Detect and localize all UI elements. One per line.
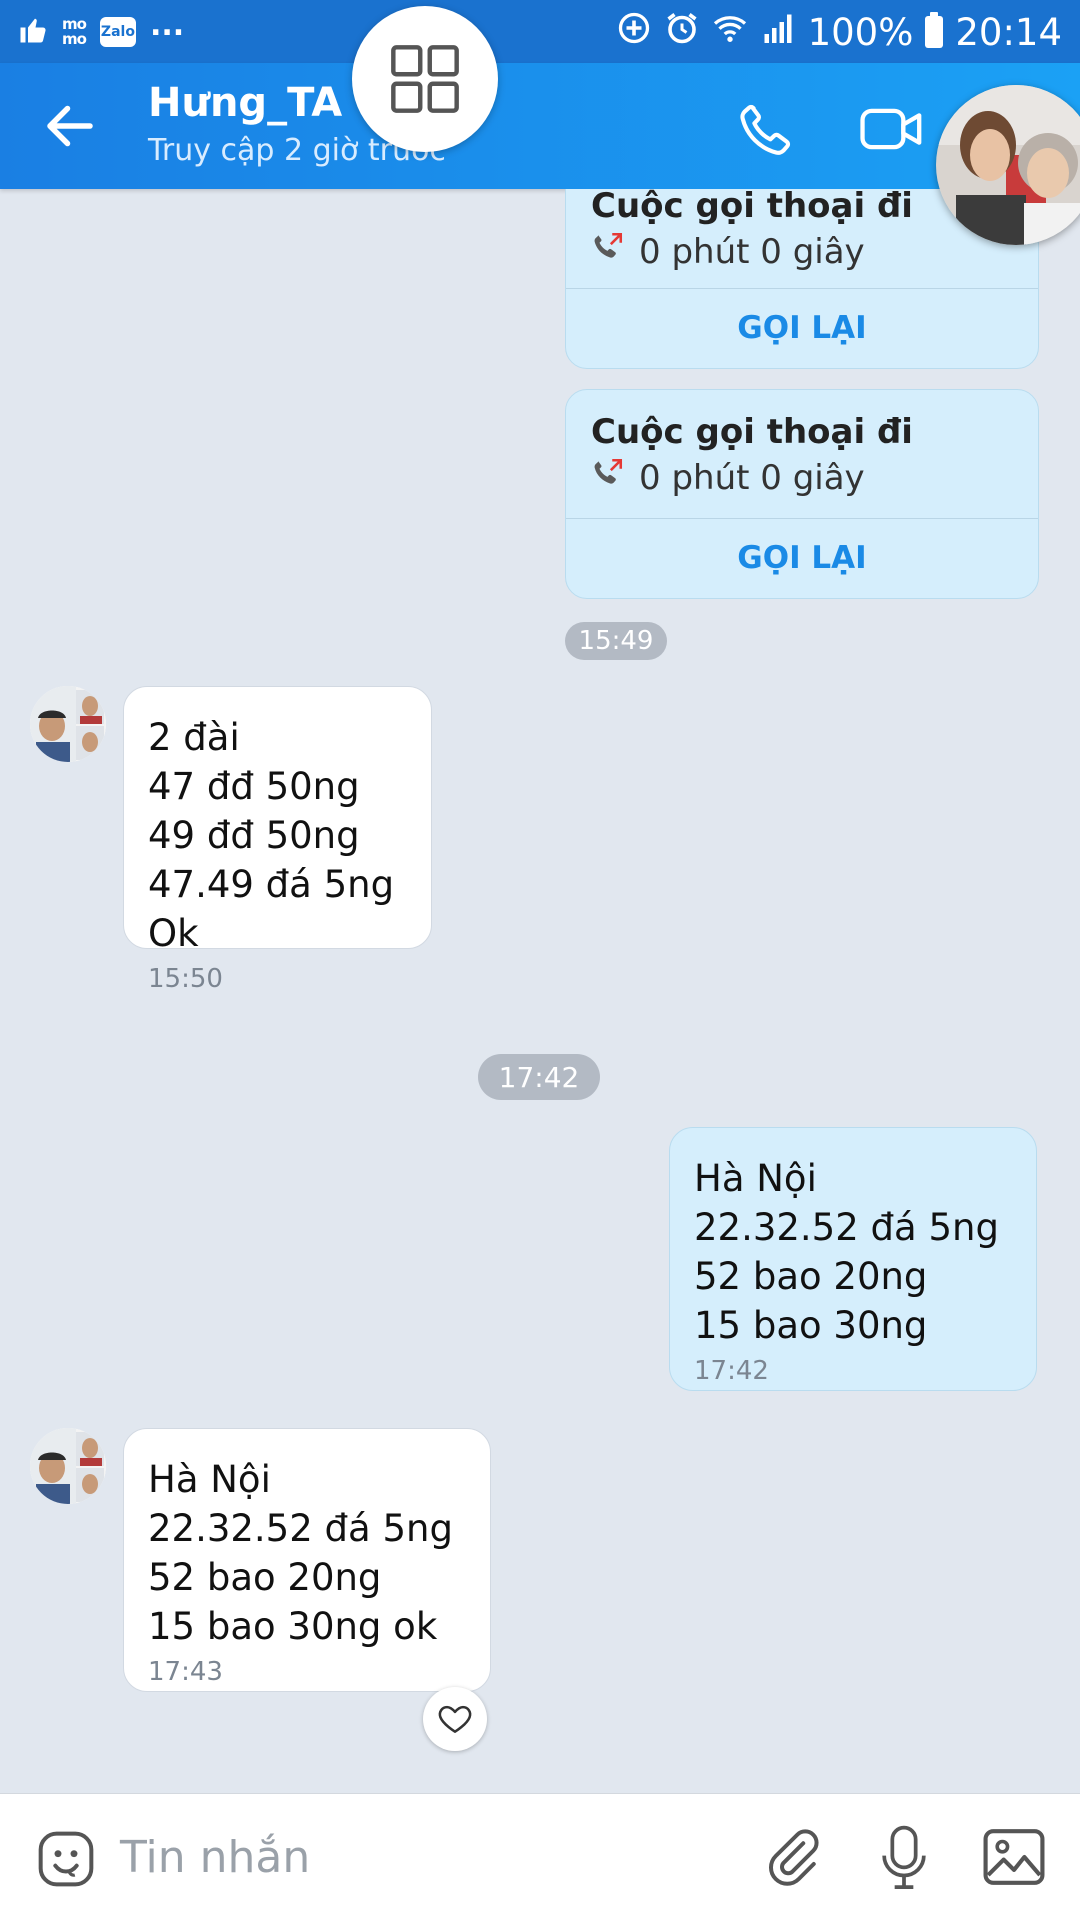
signal-icon xyxy=(760,10,796,55)
message-time: 17:43 xyxy=(148,1657,223,1687)
message-line: 52 bao 20ng xyxy=(148,1556,382,1599)
outgoing-call-icon xyxy=(591,230,625,273)
divider xyxy=(566,288,1038,289)
divider xyxy=(566,518,1038,519)
message-line: 49 đđ 50ng xyxy=(148,814,360,857)
message-line: 15 bao 30ng xyxy=(694,1304,928,1347)
thumbs-up-icon xyxy=(18,15,48,49)
video-camera-icon[interactable] xyxy=(858,101,926,157)
message-line: Ok xyxy=(148,912,199,955)
message-input[interactable]: Tin nhắn xyxy=(120,1826,680,1890)
call-duration: 0 phút 0 giây xyxy=(639,231,865,272)
alarm-icon xyxy=(664,10,700,55)
emoji-icon[interactable] xyxy=(34,1827,98,1891)
message-line: 47.49 đá 5ng xyxy=(148,863,395,906)
message-list[interactable]: Cuộc gọi thoại đi 0 phút 0 giây GỌI LẠI … xyxy=(0,189,1080,1793)
paperclip-icon[interactable] xyxy=(762,1824,822,1890)
call-duration-row: 0 phút 0 giây xyxy=(591,230,865,273)
data-saver-icon xyxy=(616,10,652,55)
message-line: 47 đđ 50ng xyxy=(148,765,360,808)
clock: 20:14 xyxy=(955,10,1062,54)
message-time: 15:50 xyxy=(148,964,223,994)
message-line: 2 đài xyxy=(148,716,240,759)
call-again-button[interactable]: GỌI LẠI xyxy=(566,310,1038,346)
outgoing-call-icon xyxy=(591,456,625,499)
call-duration-row: 0 phút 0 giây xyxy=(591,456,865,499)
message-bubble[interactable]: 2 đài 47 đđ 50ng 49 đđ 50ng 47.49 đá 5ng… xyxy=(123,686,432,994)
call-log-card: Cuộc gọi thoại đi 0 phút 0 giây GỌI LẠI xyxy=(565,389,1039,599)
zalo-icon: Zalo xyxy=(99,17,136,47)
message-time: 17:42 xyxy=(694,1356,769,1386)
message-line: Hà Nội xyxy=(694,1157,817,1200)
contact-avatar[interactable] xyxy=(30,686,106,762)
time-separator: 15:49 xyxy=(565,622,667,660)
call-again-button[interactable]: GỌI LẠI xyxy=(566,540,1038,576)
wifi-icon xyxy=(712,10,748,55)
message-line: 22.32.52 đá 5ng xyxy=(148,1507,453,1550)
heart-icon[interactable] xyxy=(423,1687,487,1751)
composer-bar: Tin nhắn xyxy=(0,1793,1080,1921)
contact-name[interactable]: Hưng_TA xyxy=(148,80,342,126)
more-notifications: ... xyxy=(149,7,185,43)
call-title: Cuộc gọi thoại đi xyxy=(591,412,913,452)
message-line: Hà Nội xyxy=(148,1458,271,1501)
time-separator: 17:42 xyxy=(478,1054,600,1100)
chat-header: Hưng_TA Truy cập 2 giờ trước xyxy=(0,63,1080,189)
message-bubble[interactable]: Hà Nội 22.32.52 đá 5ng 52 bao 20ng 15 ba… xyxy=(123,1428,491,1692)
microphone-icon[interactable] xyxy=(876,1822,932,1894)
battery-percent: 100% xyxy=(807,10,914,54)
momo-icon: mo mo xyxy=(62,15,87,48)
phone-icon[interactable] xyxy=(735,98,797,160)
arrow-left-icon[interactable] xyxy=(40,96,100,156)
message-line: 15 bao 30ng ok xyxy=(148,1605,438,1648)
grid-icon[interactable] xyxy=(352,6,498,152)
message-line: 22.32.52 đá 5ng xyxy=(694,1206,999,1249)
my-message-bubble[interactable]: Hà Nội 22.32.52 đá 5ng 52 bao 20ng 15 ba… xyxy=(669,1127,1037,1391)
battery-icon xyxy=(925,12,944,48)
image-icon[interactable] xyxy=(980,1826,1048,1888)
status-bar: mo mo Zalo ... 100% 20:14 xyxy=(0,0,1080,63)
call-title: Cuộc gọi thoại đi xyxy=(591,189,913,226)
call-duration: 0 phút 0 giây xyxy=(639,457,865,498)
contact-avatar[interactable] xyxy=(30,1428,106,1504)
message-line: 52 bao 20ng xyxy=(694,1255,928,1298)
